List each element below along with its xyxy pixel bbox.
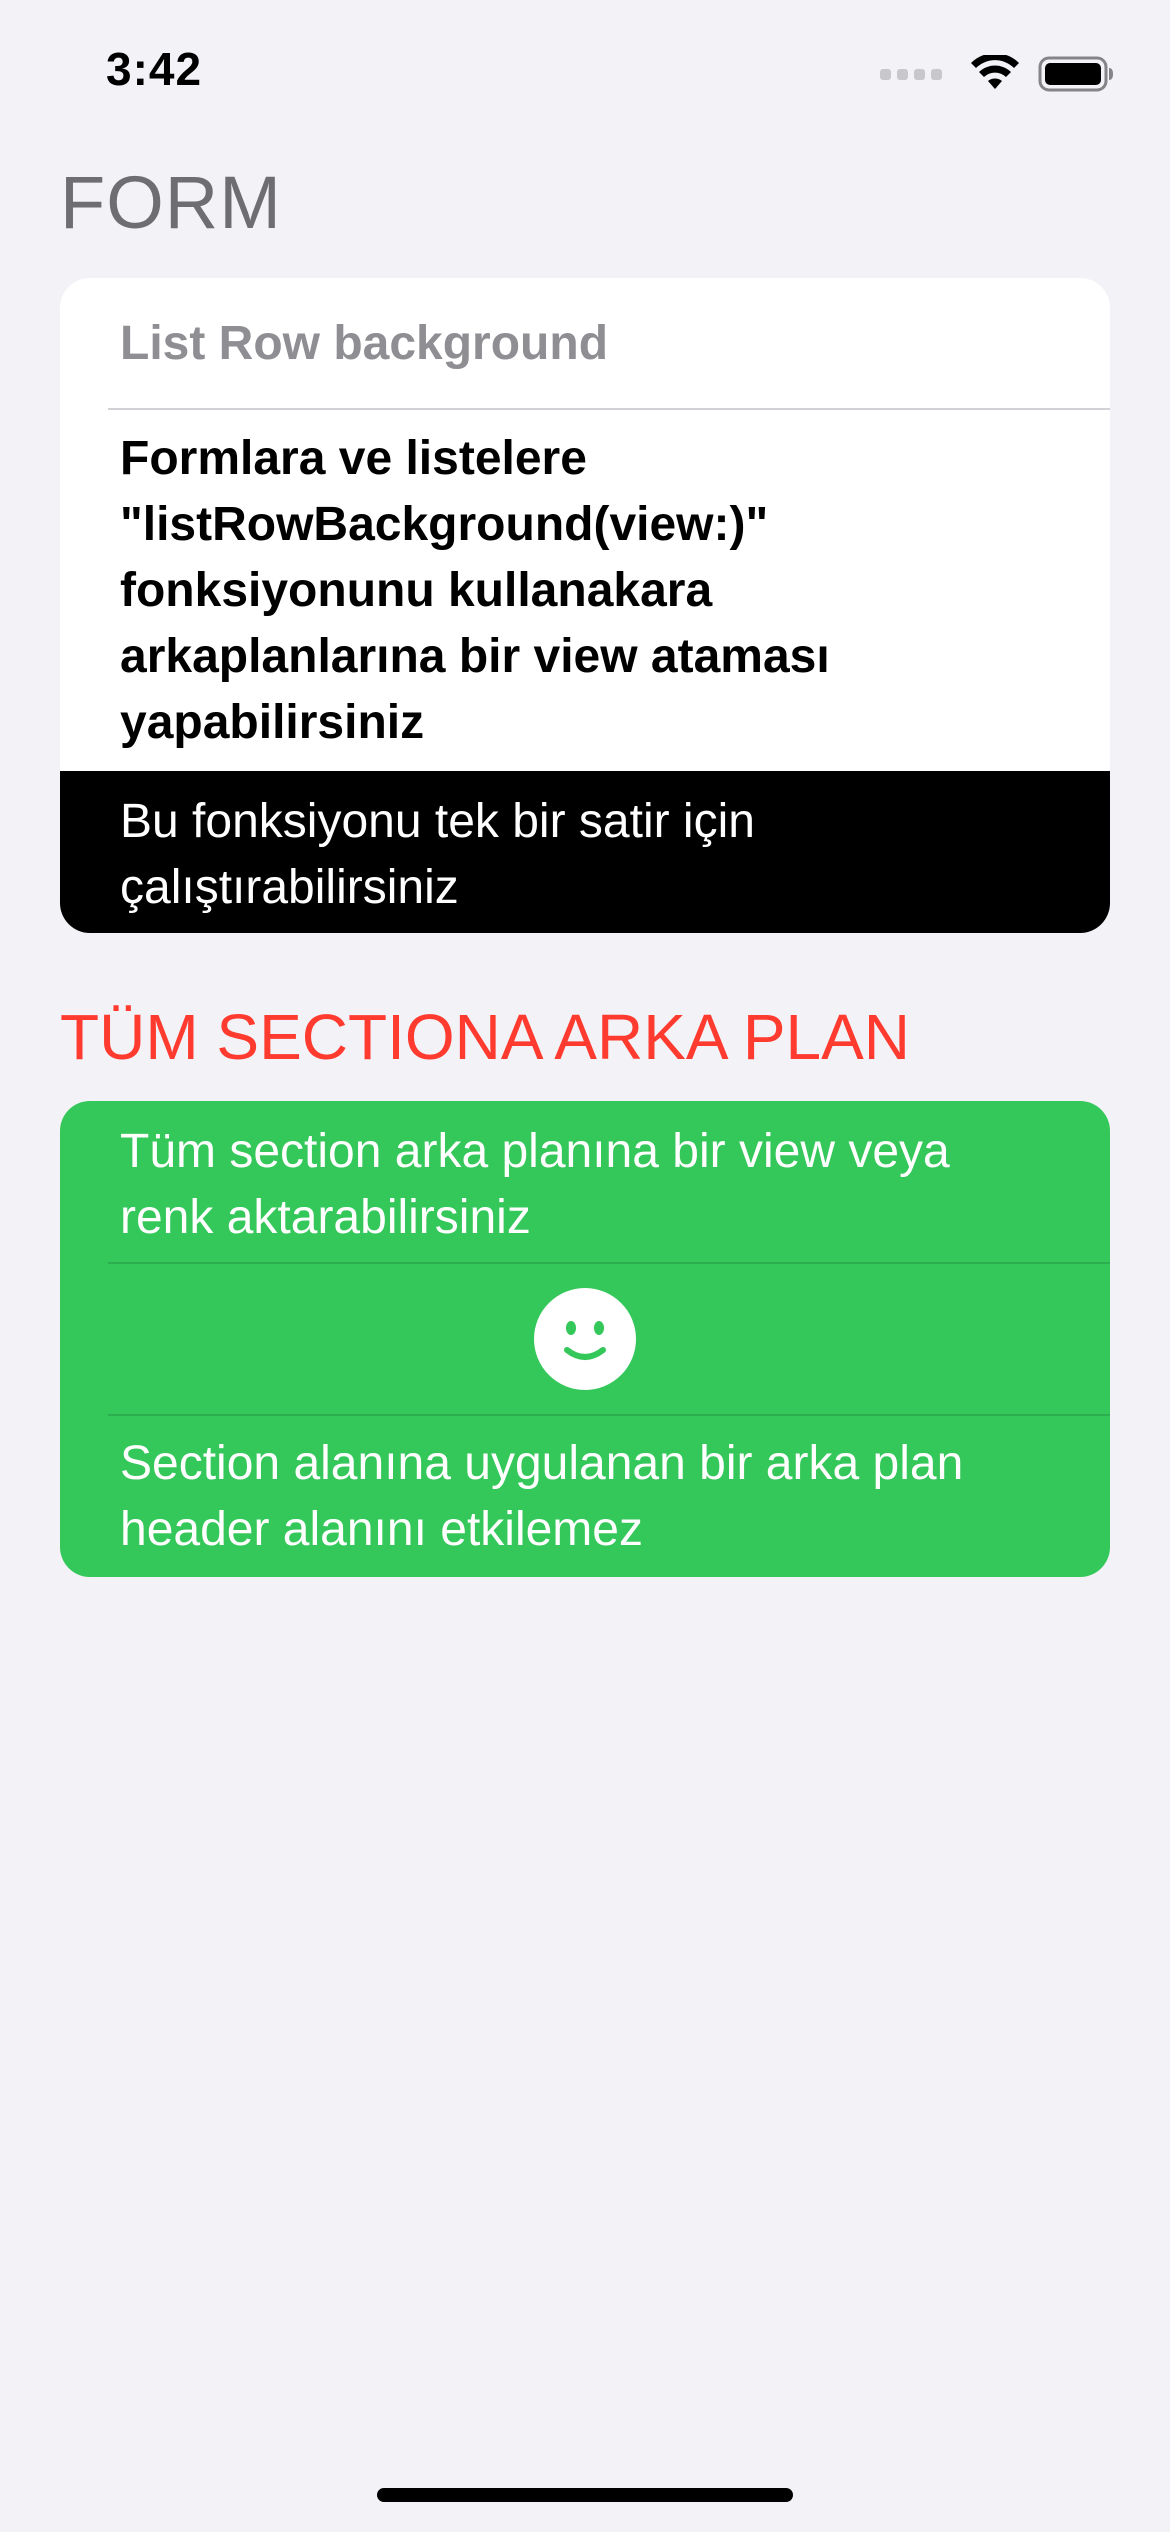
row-text: Section alanına uygulanan bir arka plan … (120, 1437, 964, 1556)
status-bar: 3:42 (0, 0, 1170, 150)
form-section-header: FORM (60, 161, 282, 244)
status-icons (880, 52, 1114, 96)
home-indicator[interactable] (377, 2488, 793, 2502)
list-row-background-row: List Row background (60, 278, 1110, 409)
row-separator (108, 1414, 1110, 1416)
section-background-row: Tüm section arka planına bir view veya r… (60, 1119, 1110, 1269)
status-time: 3:42 (106, 43, 203, 95)
row-description: Formlara ve listelere "listRowBackground… (120, 432, 830, 749)
green-section-header: TÜM SECTIONA ARKA PLAN (60, 1001, 910, 1073)
header-note-row: Section alanına uygulanan bir arka plan … (60, 1431, 1110, 1577)
wifi-icon (971, 55, 1019, 89)
row-separator (108, 408, 1110, 410)
form-card: List Row background Formlara ve listeler… (60, 278, 1110, 933)
battery-icon (1038, 56, 1113, 92)
smiley-row (60, 1263, 1110, 1414)
smiley-face-icon (534, 1287, 636, 1390)
signal-dots-icon (880, 68, 942, 80)
row-note: Bu fonksiyonu tek bir satir için çalıştı… (120, 795, 755, 914)
row-label: List Row background (120, 316, 609, 370)
row-text: Tüm section arka planına bir view veya r… (120, 1125, 950, 1244)
black-background-row: Bu fonksiyonu tek bir satir için çalıştı… (60, 771, 1110, 933)
description-row: Formlara ve listelere "listRowBackground… (60, 426, 1110, 778)
green-section-card: Tüm section arka planına bir view veya r… (60, 1101, 1110, 1577)
